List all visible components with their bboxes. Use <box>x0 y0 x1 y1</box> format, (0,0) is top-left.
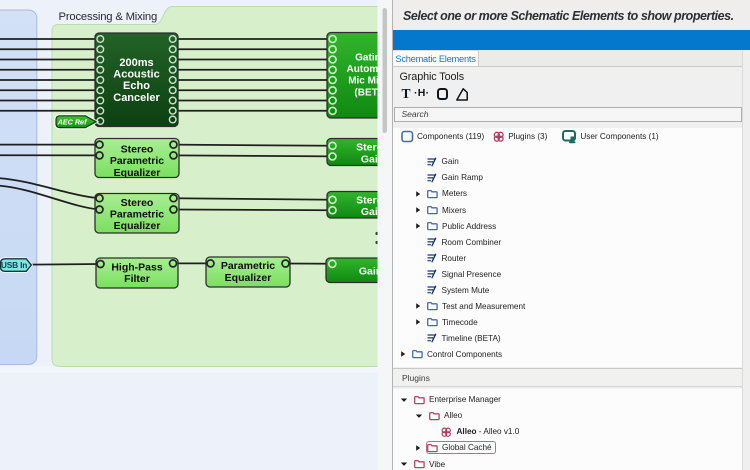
svg-text:Parametric: Parametric <box>110 209 164 221</box>
svg-text:AEC Ref: AEC Ref <box>57 118 89 127</box>
svg-text:Stereo: Stereo <box>121 143 154 155</box>
svg-text:High-Pass: High-Pass <box>111 261 163 273</box>
svg-text:Canceler: Canceler <box>113 92 160 104</box>
svg-text:Equalizer: Equalizer <box>225 272 272 284</box>
svg-text:Processing & Mixing: Processing & Mixing <box>59 11 158 23</box>
svg-text:Equalizer: Equalizer <box>114 220 161 232</box>
svg-text:Stereo: Stereo <box>121 197 154 209</box>
svg-text:Echo: Echo <box>123 80 150 92</box>
svg-text:USB In: USB In <box>1 260 27 270</box>
svg-text:Equalizer: Equalizer <box>114 167 161 179</box>
svg-text:Acoustic: Acoustic <box>113 69 159 81</box>
svg-text:200ms: 200ms <box>119 57 153 69</box>
svg-text:Parametric: Parametric <box>221 260 275 272</box>
svg-text:Filter: Filter <box>124 273 150 285</box>
svg-text:Parametric: Parametric <box>110 155 164 167</box>
